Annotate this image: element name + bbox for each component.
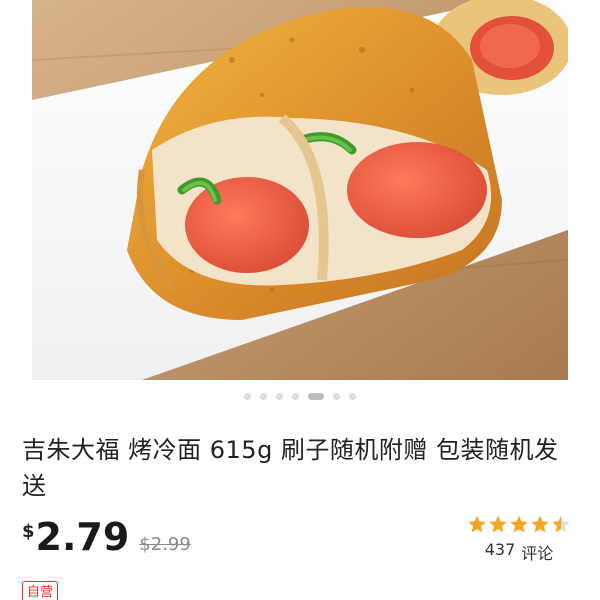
review-count[interactable]: 437 评论 (464, 540, 574, 564)
star-icon (467, 514, 487, 536)
product-photo (32, 0, 568, 380)
price-currency: $ (22, 521, 35, 542)
rating-block[interactable]: 437 评论 (464, 514, 574, 564)
half-star-icon (551, 514, 571, 536)
carousel-dot[interactable] (260, 392, 267, 400)
carousel-indicator (0, 390, 600, 402)
self-operated-badge: 自营 (22, 581, 59, 600)
product-detail-page: 吉朱大福 烤冷面 615g 刷子随机附赠 包装随机发送 $ 2.79 $2.99 (0, 0, 600, 600)
carousel-dot-active[interactable] (308, 392, 324, 400)
current-price: 2.79 (35, 515, 130, 559)
carousel-dot[interactable] (333, 392, 340, 400)
rating-stars (464, 514, 574, 536)
product-image-carousel[interactable] (32, 0, 568, 380)
carousel-dot[interactable] (244, 392, 251, 400)
carousel-dot[interactable] (276, 392, 283, 400)
review-count-label: 评论 (521, 544, 554, 563)
star-icon (488, 514, 508, 536)
product-title: 吉朱大福 烤冷面 615g 刷子随机附赠 包装随机发送 (22, 436, 559, 500)
review-count-number: 437 (484, 540, 516, 559)
star-icon (509, 514, 529, 536)
original-price: $2.99 (139, 534, 191, 555)
carousel-dot[interactable] (349, 392, 356, 400)
carousel-dot[interactable] (292, 392, 299, 400)
price-row: $ 2.79 $2.99 (22, 517, 191, 561)
star-icon (530, 514, 550, 536)
